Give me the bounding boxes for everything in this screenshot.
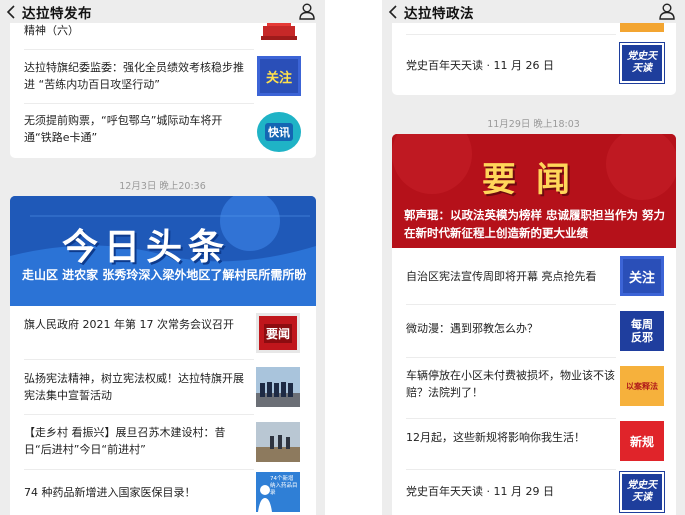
left-article-list: 达拉特发布 精神（六） 达拉特旗纪委监委：强化全员绩效考核稳步推进 “苦练内功百… xyxy=(0,0,325,515)
thumbnail-label: 关注 xyxy=(265,70,292,86)
article-thumbnail: 要闻 xyxy=(256,313,300,353)
article-thumbnail: 快讯 xyxy=(257,112,301,152)
article-thumbnail: 新规 xyxy=(620,421,664,461)
left-nav-bar: 达拉特发布 xyxy=(0,0,325,23)
article-thumbnail: 74个新增纳入药品目录 xyxy=(256,472,300,512)
list-item[interactable]: 自治区宪法宣传周即将开幕 亮点抢先看 关注 xyxy=(392,248,676,304)
list-item[interactable]: 【走乡村 看振兴】展旦召苏木建设村：昔日“后进村”今日“前进村” xyxy=(10,415,316,469)
list-item[interactable]: 党史百年天天读 · 11 月 29 日 党史天天读 xyxy=(392,470,676,515)
article-title: 精神（六） xyxy=(24,24,79,37)
article-title: 党史百年天天读 · 11 月 26 日 xyxy=(406,59,554,72)
thumbnail-label: 党史天天读 xyxy=(627,51,657,74)
person-icon[interactable] xyxy=(658,2,676,20)
chevron-left-icon xyxy=(388,4,397,19)
left-back-button[interactable] xyxy=(0,0,22,23)
article-title: 无须提前购票，“呼包鄂乌”城际动车将开通“铁路e卡通” xyxy=(24,114,223,144)
thumbnail-label: 快讯 xyxy=(265,123,293,141)
headline-banner[interactable]: 要闻 郭声琨：以政法英模为榜样 忠诚履职担当作为 努力在新时代新征程上创造新的更… xyxy=(392,134,676,248)
article-title: 自治区宪法宣传周即将开幕 亮点抢先看 xyxy=(406,270,597,283)
thumbnail-label: 党史天天读 xyxy=(627,480,657,503)
right-article-card-2: 要闻 郭声琨：以政法英模为榜样 忠诚履职担当作为 努力在新时代新征程上创造新的更… xyxy=(392,134,676,515)
article-thumbnail xyxy=(256,422,300,462)
headline-caption: 郭声琨：以政法英模为榜样 忠诚履职担当作为 努力在新时代新征程上创造新的更大业绩 xyxy=(404,208,666,240)
list-item[interactable]: 旗人民政府 2021 年第 17 次常务会议召开 要闻 xyxy=(10,306,316,359)
left-article-card-1: 精神（六） 达拉特旗纪委监委：强化全员绩效考核稳步推进 “苦练内功百日攻坚行动”… xyxy=(10,14,316,158)
list-item[interactable]: 74 种药品新增进入国家医保目录！ 74个新增纳入药品目录 xyxy=(10,470,316,515)
list-item[interactable]: 弘扬宪法精神，树立宪法权威！达拉特旗开展宪法集中宣誓活动 xyxy=(10,360,316,414)
article-thumbnail: 关注 xyxy=(620,256,664,296)
list-item[interactable]: 无须提前购票，“呼包鄂乌”城际动车将开通“铁路e卡通” 快讯 xyxy=(10,104,316,158)
article-title: 弘扬宪法精神，树立宪法权威！达拉特旗开展宪法集中宣誓活动 xyxy=(24,372,244,402)
right-back-button[interactable] xyxy=(382,0,404,23)
article-thumbnail xyxy=(256,367,300,407)
article-title: 12月起，这些新规将影响你我生活！ xyxy=(406,431,585,444)
list-item[interactable]: 12月起，这些新规将影响你我生活！ 新规 xyxy=(392,419,676,469)
article-thumbnail: 党史天天读 xyxy=(619,471,665,513)
right-article-list: 达拉特政法 党史百年天天读 · 11 月 26 日 党史天天读 11月29日 晚… xyxy=(382,0,685,515)
headline-caption: 走山区 进农家 张秀玲深入梁外地区了解村民所需所盼 xyxy=(22,268,307,282)
banner-title: 今日头条 xyxy=(62,227,231,268)
article-title: 车辆停放在小区未付费被损坏，物业该不该赔？法院判了！ xyxy=(406,369,615,399)
list-item[interactable]: 车辆停放在小区未付费被损坏，物业该不该赔？法院判了！ 以案释法 xyxy=(392,358,676,418)
right-nav-bar: 达拉特政法 xyxy=(382,0,685,23)
person-icon[interactable] xyxy=(298,2,316,20)
article-thumbnail: 党史天天读 xyxy=(619,42,665,84)
thumbnail-label: 关注 xyxy=(628,270,655,286)
list-item[interactable]: 达拉特旗纪委监委：强化全员绩效考核稳步推进 “苦练内功百日攻坚行动” 关注 xyxy=(10,50,316,103)
article-title: 微动漫：遇到邪教怎么办？ xyxy=(406,322,538,335)
article-title: 【走乡村 看振兴】展旦召苏木建设村：昔日“后进村”今日“前进村” xyxy=(24,426,226,456)
article-title: 党史百年天天读 · 11 月 29 日 xyxy=(406,485,554,498)
banner-title: 要闻 xyxy=(482,160,590,200)
article-title: 达拉特旗纪委监委：强化全员绩效考核稳步推进 “苦练内功百日攻坚行动” xyxy=(24,61,244,91)
headline-banner[interactable]: 今日头条 走山区 进农家 张秀玲深入梁外地区了解村民所需所盼 xyxy=(10,196,316,306)
message-timestamp: 11月29日 晚上18:03 xyxy=(487,119,580,130)
right-account-title: 达拉特政法 xyxy=(404,5,474,22)
article-title: 74 种药品新增进入国家医保目录！ xyxy=(24,486,196,499)
thumbnail-label: 每周反邪 xyxy=(631,318,653,344)
list-item[interactable]: 微动漫：遇到邪教怎么办？ 每周反邪 xyxy=(392,305,676,357)
list-item[interactable]: 党史百年天天读 · 11 月 26 日 党史天天读 xyxy=(392,35,676,95)
left-article-card-2: 今日头条 走山区 进农家 张秀玲深入梁外地区了解村民所需所盼 旗人民政府 202… xyxy=(10,196,316,515)
left-account-title: 达拉特发布 xyxy=(22,5,92,22)
article-thumbnail: 以案释法 xyxy=(620,366,664,406)
article-thumbnail: 关注 xyxy=(257,56,301,96)
message-timestamp: 12月3日 晚上20:36 xyxy=(119,181,206,192)
thumbnail-label: 要闻 xyxy=(263,323,292,343)
article-thumbnail: 每周反邪 xyxy=(620,311,664,351)
chevron-left-icon xyxy=(6,4,15,19)
article-title: 旗人民政府 2021 年第 17 次常务会议召开 xyxy=(24,318,234,331)
thumbnail-label: 新规 xyxy=(629,434,654,449)
thumbnail-label: 以案释法 xyxy=(626,381,658,391)
